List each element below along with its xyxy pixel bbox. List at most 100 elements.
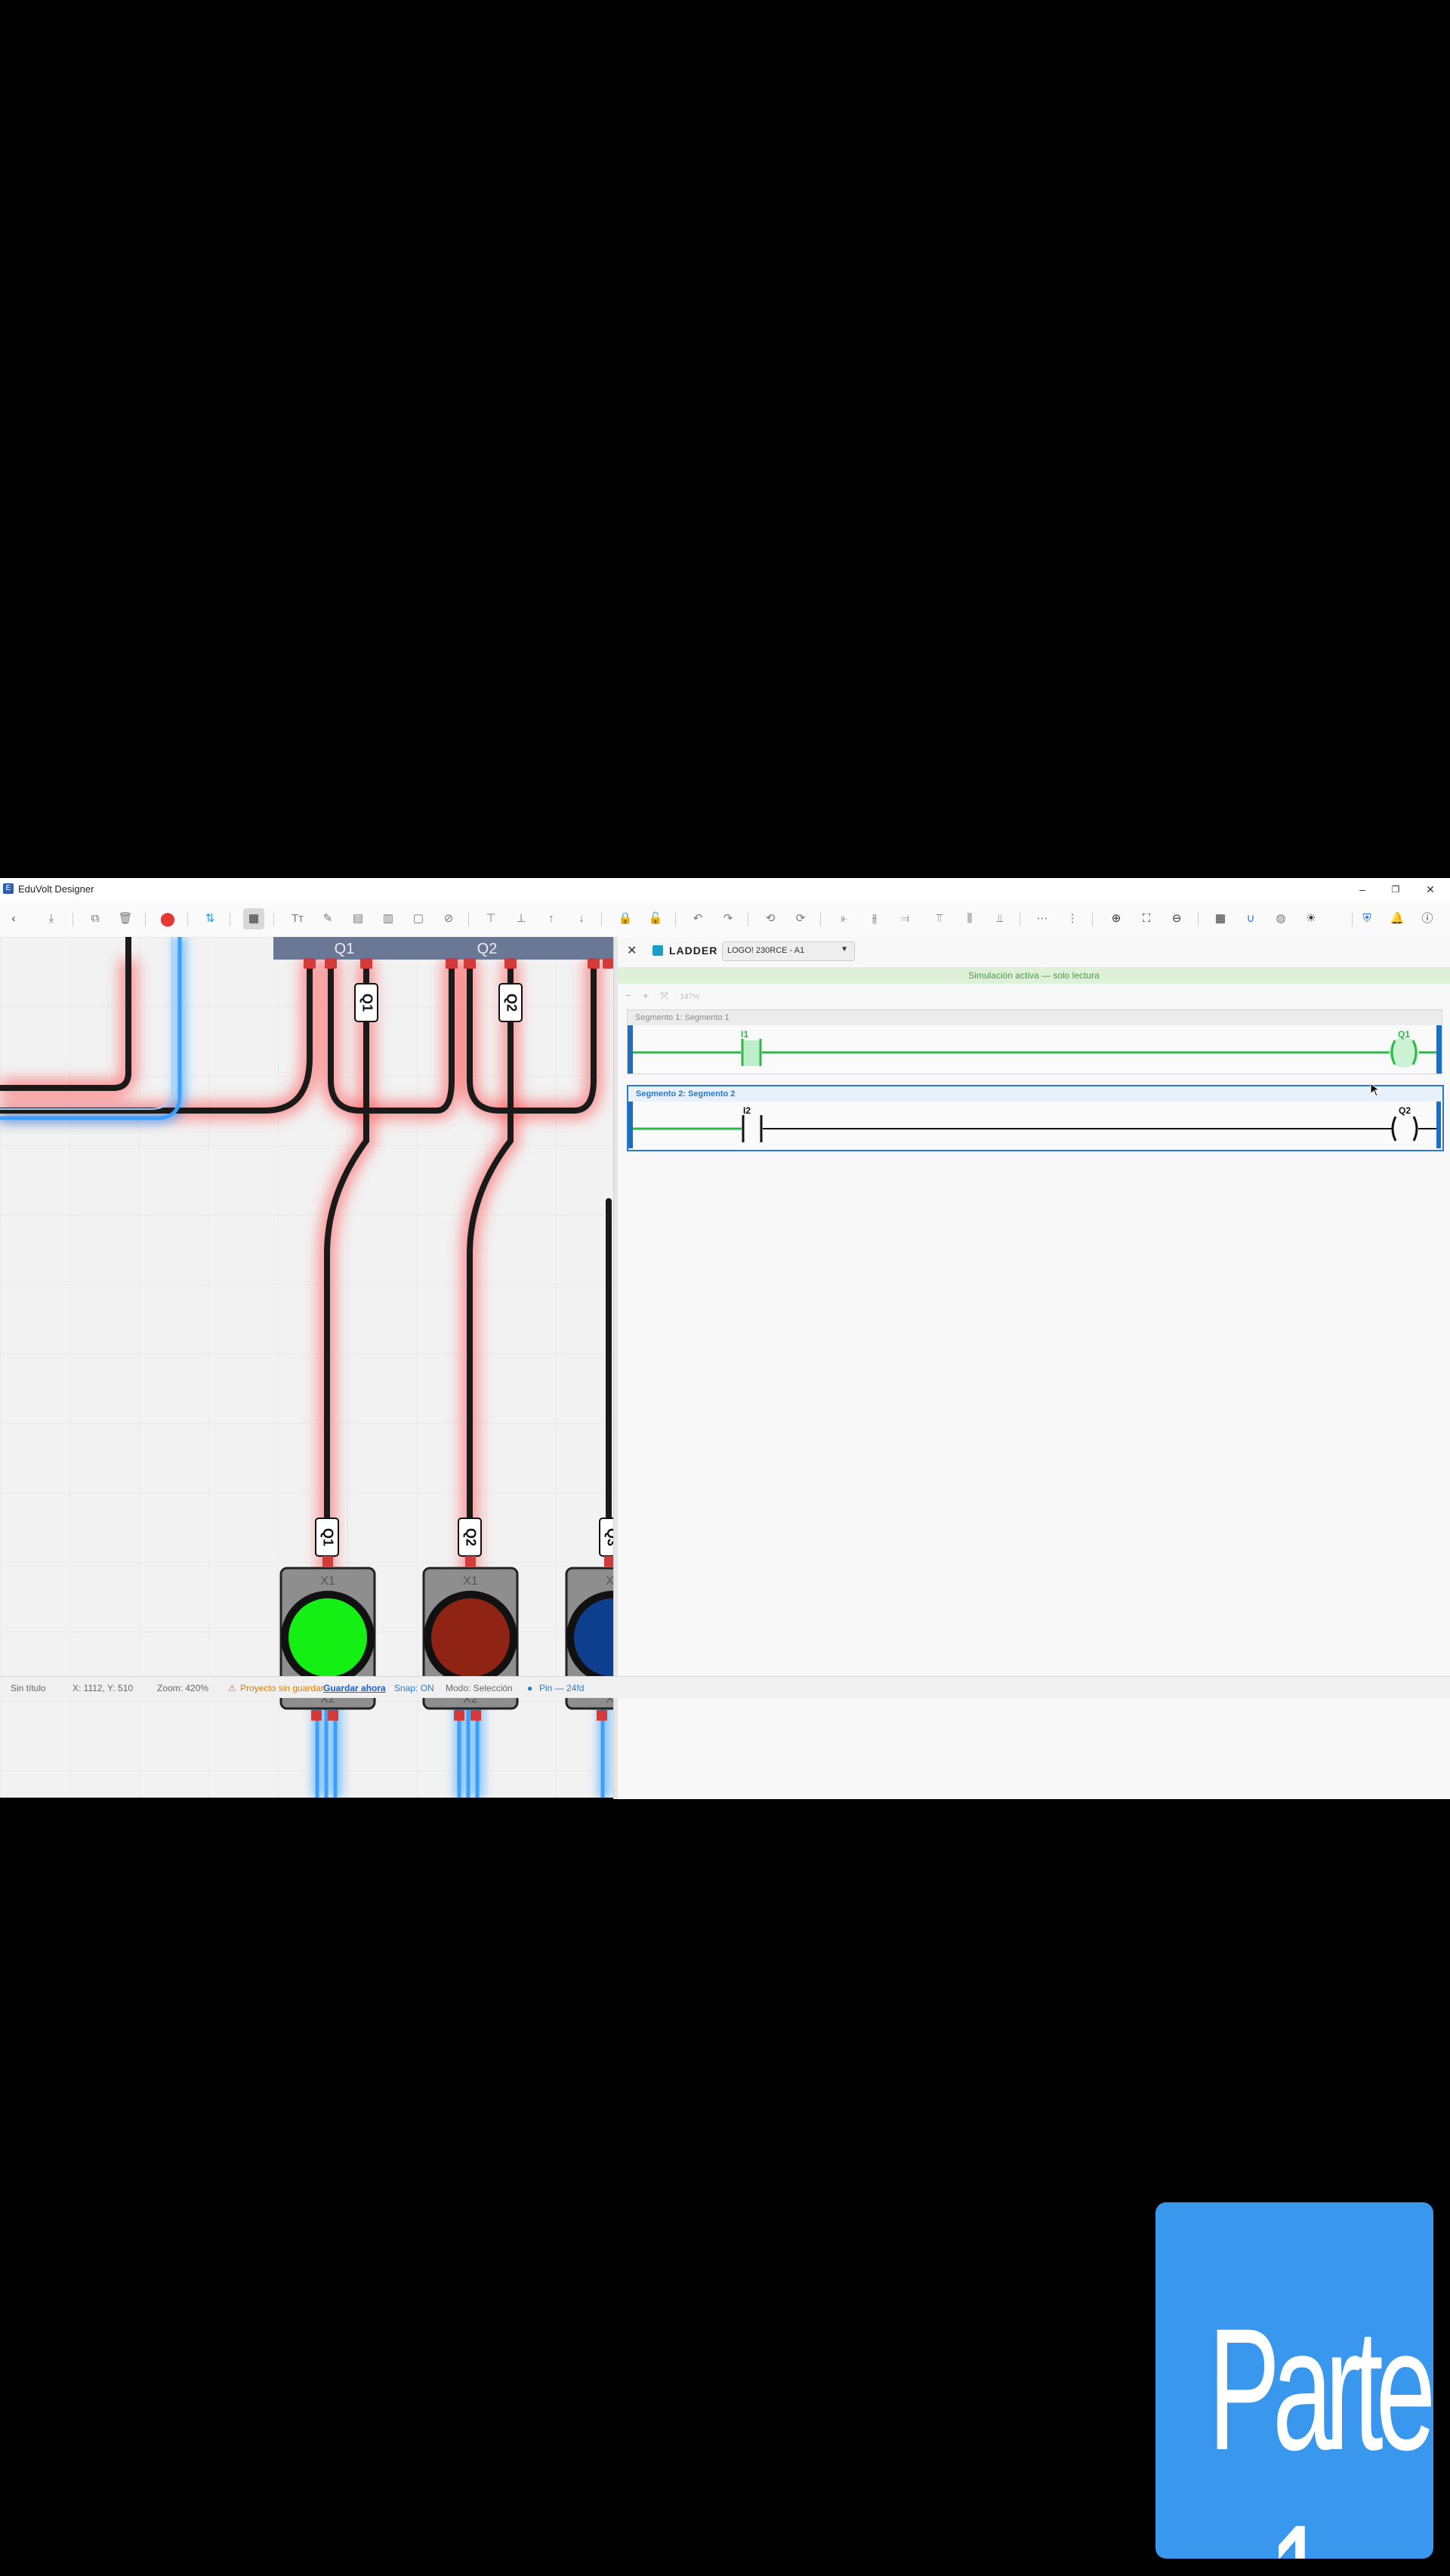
undo-icon[interactable]: ↶ [687,908,708,929]
redo-icon[interactable]: ↷ [717,908,739,929]
distribute-bottom-icon[interactable]: ⫫ [989,908,1010,929]
snap-status[interactable]: Snap: ON [394,1683,434,1693]
copy-icon[interactable]: ⧉ [85,908,106,929]
terminal-label-q1: Q1 [335,941,355,957]
zoom-fit-icon[interactable]: ⛶ [1136,908,1157,929]
zoom-in-button[interactable]: + [643,990,649,1001]
group-icon[interactable]: ▤ [347,908,369,929]
terminal-label-q2: Q2 [477,941,498,957]
simulate-io-icon[interactable]: ⇅ [199,908,221,929]
title-bar: E EduVolt Designer – ❐ ✕ [0,878,1450,901]
bring-forward-icon[interactable]: ↑ [541,908,562,929]
columns-icon[interactable]: ▥ [378,908,399,929]
lamp-terminal-x1: X1 [320,1575,335,1588]
ladder-icon [652,945,663,956]
wire-tag-q2-lamp: Q2 [458,1518,482,1557]
ladder-panel: ✕ LADDER LOGO! 230RCE - A1 ▼ Simulación … [618,937,1450,1799]
zoom-out-button[interactable]: − [625,990,631,1001]
zoom-level: Zoom: 420% [157,1683,209,1693]
unsaved-warning: Proyecto sin guardar [240,1683,324,1693]
coil-label-q2: Q2 [1399,1105,1411,1116]
minimize-button[interactable]: – [1346,878,1379,901]
warning-icon: ⚠ [228,1683,236,1693]
align-left-icon[interactable]: ⫦ [834,908,855,929]
back-button[interactable]: ‹ [3,908,24,929]
ladder-segment-2[interactable]: Segmento 2: Segmento 2 I2 Q2 [627,1085,1444,1151]
zoom-fit-button[interactable]: ⤧ [660,990,668,1001]
svg-text:Q2: Q2 [504,994,519,1012]
bell-icon[interactable]: 🔔 [1387,908,1408,929]
distribute-middle-icon[interactable]: ⫼ [959,908,980,929]
pen-tool-icon[interactable]: ✎ [317,908,338,929]
ladder-zoom-controls: − + ⤧ 147% [625,990,708,1002]
contact-label-i2: I2 [743,1105,751,1116]
mode-status: Modo: Selección [446,1683,513,1693]
unlock-icon[interactable]: 🔓 [645,908,666,929]
zoom-percent: 147% [680,993,700,1001]
lamp-lens [288,1598,367,1677]
delete-icon[interactable]: 🗑 [115,908,136,929]
ladder-segment-1[interactable]: Segmento 1: Segmento 1 I1 Q1 [627,1009,1442,1074]
align-bottom-icon[interactable]: ⊥ [511,908,532,929]
align-center-icon[interactable]: ⫵ [864,908,885,929]
download-icon[interactable]: ⤓ [41,908,62,929]
svg-text:Q1: Q1 [320,1528,335,1546]
chevron-down-icon: ▼ [841,945,848,954]
cursor-coords: X: 1112, Y: 510 [72,1683,134,1693]
save-now-link[interactable]: Guardar ahora [323,1683,386,1693]
circuit-canvas[interactable]: Q1 Q2 Q1 Q2 Q1 Q2 Q3 X1 X2 X1 X2 X X [0,937,613,1798]
ladder-title: LADDER [669,944,718,957]
svg-text:Q1: Q1 [359,994,375,1012]
close-panel-button[interactable]: ✕ [627,943,637,958]
restore-button[interactable]: ❐ [1379,878,1412,901]
component-mode-icon[interactable]: ▦ [243,908,264,929]
close-window-button[interactable]: ✕ [1414,878,1447,901]
ladder-panel-header: ✕ LADDER LOGO! 230RCE - A1 ▼ [618,937,1450,964]
theme-icon[interactable]: ☀ [1300,908,1322,929]
mouse-cursor-icon [1370,1083,1381,1097]
snap-magnet-icon[interactable]: ∪ [1240,908,1261,929]
wire-tag-q1-lamp: Q1 [315,1518,339,1557]
part-badge-text: Parte 1 [1208,2292,1433,2559]
text-tool-icon[interactable]: Tᴛ [287,908,308,929]
simulation-banner: Simulación activa — solo lectura [618,967,1450,984]
rotate-cw-icon[interactable]: ⟳ [790,908,811,929]
plc-output-terminal-bar [273,937,613,960]
align-top-icon[interactable]: ⊤ [480,908,501,929]
info-icon[interactable]: ⓘ [1417,908,1438,929]
svg-text:Q3: Q3 [604,1528,613,1546]
rotate-ccw-icon[interactable]: ⟲ [760,908,781,929]
lock-icon[interactable]: 🔒 [615,908,636,929]
rung-1: I1 Q1 [628,1025,1442,1074]
frame-icon[interactable]: ▢ [408,908,429,929]
shield-icon[interactable]: ⛨ [1356,908,1378,929]
distribute-horizontal-icon[interactable]: ⋯ [1032,908,1053,929]
hide-icon[interactable]: ⊘ [438,908,459,929]
pin-status: Pin — 24fd [539,1683,585,1693]
part-badge: Parte 1 [1155,2202,1433,2559]
window-title: EduVolt Designer [18,883,94,895]
lamp-terminal-x1: X1 [606,1575,613,1588]
grid-icon[interactable]: ▦ [1210,908,1231,929]
app-logo-icon: E [3,883,14,894]
lamp-terminal-x1: X1 [463,1575,478,1588]
distribute-top-icon[interactable]: ⫪ [929,908,950,929]
stop-simulation-icon[interactable]: ⬤ [157,908,178,929]
wire-tag-q1-top: Q1 [354,983,378,1022]
segment-header: Segmento 2: Segmento 2 [628,1086,1442,1102]
app-window: E EduVolt Designer – ❐ ✕ ‹ ⤓ ⧉ 🗑 ⬤ ⇅ ▦ T… [0,878,1450,1799]
zoom-out-icon[interactable]: ⊖ [1166,908,1187,929]
file-name: Sin título [11,1683,46,1693]
circuit-drawing: Q1 Q2 Q1 Q2 Q1 Q2 Q3 X1 X2 X1 X2 X X [0,937,613,1798]
coil-label-q1: Q1 [1398,1029,1410,1040]
rung-2: I2 Q2 [628,1102,1441,1148]
distribute-vertical-icon[interactable]: ⋮ [1062,908,1083,929]
align-right-icon[interactable]: ⫤ [894,908,915,929]
send-backward-icon[interactable]: ↓ [571,908,592,929]
globe-icon[interactable]: ◍ [1270,908,1291,929]
wire-tag-q2-top: Q2 [498,983,523,1022]
pin-dot-icon: ● [527,1683,533,1693]
zoom-in-icon[interactable]: ⊕ [1106,908,1127,929]
segment-header: Segmento 1: Segmento 1 [628,1010,1442,1025]
device-select[interactable]: LOGO! 230RCE - A1 ▼ [722,941,855,961]
